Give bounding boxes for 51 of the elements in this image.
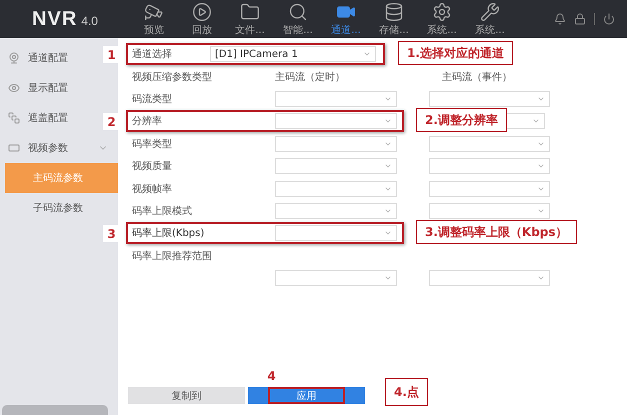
field-label: 通道选择 <box>131 48 173 62</box>
play-icon <box>192 2 212 22</box>
search-icon <box>288 2 308 22</box>
field-label: 分辨率 <box>131 114 163 128</box>
mask-icon <box>8 112 20 124</box>
channel-dropdown[interactable]: [D1] IPCamera 1 <box>210 46 376 62</box>
camera-icon <box>8 52 20 64</box>
nav-tab[interactable]: 系统... <box>418 0 466 38</box>
field-label: 码率上限推荐范围 <box>131 250 213 263</box>
step-number: 1 <box>103 46 120 63</box>
field-label: 视频质量 <box>131 160 173 174</box>
field-label: 视频压缩参数类型 <box>131 70 213 84</box>
field-label: 码率上限模式 <box>131 204 193 218</box>
nav-tab[interactable]: 通道... <box>322 0 370 38</box>
folder-icon <box>240 2 260 22</box>
sidebar-item[interactable]: 通道配置 <box>0 43 100 73</box>
wrench-icon <box>480 2 500 22</box>
sidebar-item[interactable]: 遮盖配置 <box>0 103 100 133</box>
callout-tooltip: 4.点 <box>385 378 428 406</box>
callout-tooltip: 1.选择对应的通道 <box>398 41 513 65</box>
copy-button[interactable]: 复制到 <box>128 387 245 404</box>
callout-tooltip: 2.调整分辨率 <box>416 108 507 132</box>
video-icon <box>8 142 20 154</box>
apply-button[interactable]: 应用 <box>248 387 365 404</box>
camera-icon <box>144 2 164 22</box>
sidebar-item[interactable]: 视频参数 <box>0 133 116 163</box>
field-label: 视频帧率 <box>131 182 173 196</box>
nav-tab[interactable]: 存储... <box>370 0 418 38</box>
sidebar-item[interactable]: 显示配置 <box>0 73 100 103</box>
field-label: 码率类型 <box>131 138 173 151</box>
field-label: 码流类型 <box>131 92 173 106</box>
scrollbar[interactable] <box>2 405 108 415</box>
lock-icon[interactable] <box>574 13 586 25</box>
field-label: 码率上限(Kbps) <box>131 226 206 240</box>
bell-icon[interactable] <box>554 13 566 25</box>
power-icon[interactable] <box>603 13 615 25</box>
eye-icon <box>8 82 20 94</box>
database-icon <box>384 2 404 22</box>
settings-icon <box>432 2 452 22</box>
nav-tab[interactable]: 系统... <box>466 0 514 38</box>
nav-tab[interactable]: 预览 <box>130 0 178 38</box>
step-number: 2 <box>103 113 120 130</box>
column-header: 主码流（定时） <box>275 70 346 84</box>
nav-tab[interactable]: 文件... <box>226 0 274 38</box>
callout-tooltip: 3.调整码率上限（Kbps） <box>416 220 577 244</box>
logo: NVR 4.0 <box>31 8 99 30</box>
sidebar-subitem[interactable]: 子码流参数 <box>5 193 118 223</box>
step-number: 3 <box>103 225 120 242</box>
column-header: 主码流（事件） <box>441 70 513 84</box>
nav-tab[interactable]: 回放 <box>178 0 226 38</box>
nav-tab[interactable]: 智能... <box>274 0 322 38</box>
